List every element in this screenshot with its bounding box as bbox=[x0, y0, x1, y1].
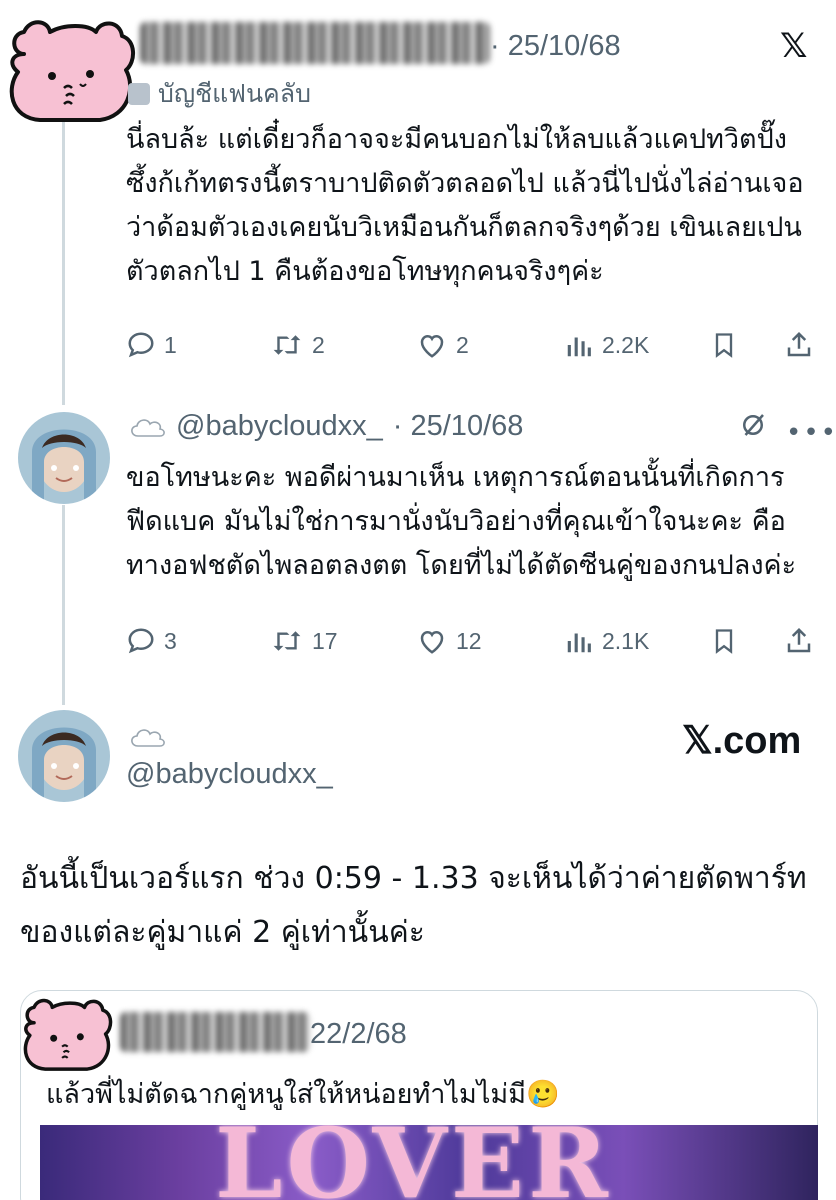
bookmark-icon bbox=[715, 629, 733, 654]
quoted-tweet-media[interactable]: LOVER bbox=[40, 1125, 818, 1200]
retweet-button[interactable]: 17 bbox=[270, 626, 338, 656]
bookmark-icon bbox=[715, 333, 733, 358]
cloud-icon bbox=[131, 729, 165, 747]
views-count: 2.1K bbox=[602, 627, 650, 654]
xcom-watermark: 𝕏.com bbox=[682, 720, 802, 762]
tweet-action-bar: 1 2 2 2.2K bbox=[126, 330, 816, 370]
redacted-username bbox=[120, 1012, 310, 1052]
like-button[interactable]: 12 bbox=[416, 626, 482, 656]
fanclub-badge: บัญชีแฟนคลับ bbox=[128, 74, 311, 114]
author-handle[interactable]: @babycloudxx_ bbox=[126, 758, 333, 791]
like-count: 2 bbox=[456, 331, 469, 358]
fanclub-icon bbox=[128, 83, 150, 105]
media-title-text: LOVER bbox=[215, 1125, 612, 1200]
x-logo-icon[interactable]: 𝕏 bbox=[780, 26, 807, 66]
more-options-icon[interactable]: ••• bbox=[786, 418, 836, 448]
reply-count: 1 bbox=[164, 331, 177, 358]
edited-icon[interactable] bbox=[738, 410, 768, 440]
views-icon bbox=[567, 633, 591, 653]
tweet-body: นี่ลบล้ะ แต่เดี๋ยวก็อาจจะมีคนบอกไม่ให้ลบ… bbox=[126, 124, 804, 287]
tweet-author-row: @babycloudxx_ · 25/10/68 bbox=[128, 410, 523, 443]
quoted-tweet-date: 22/2/68 bbox=[310, 1018, 407, 1050]
like-count: 12 bbox=[456, 627, 482, 654]
tweet-body: ขอโทษนะคะ พอดีผ่านมาเห็น เหตุการณ์ตอนนั้… bbox=[126, 462, 797, 581]
reply-button[interactable]: 1 bbox=[126, 330, 177, 360]
share-icon bbox=[787, 331, 811, 357]
share-icon bbox=[787, 627, 811, 653]
thread-connector-line bbox=[62, 505, 65, 705]
cloud-icon bbox=[131, 418, 165, 437]
views-button[interactable]: 2.2K bbox=[564, 330, 649, 360]
quoted-tweet-body: แล้วพี่ไม่ตัดฉากคู่หนูใส่ให้หน่อยทำไมไม่… bbox=[46, 1079, 560, 1110]
pink-mascot-avatar[interactable] bbox=[20, 994, 114, 1074]
like-button[interactable]: 2 bbox=[416, 330, 469, 360]
retweet-count: 17 bbox=[312, 627, 338, 654]
pink-mascot-avatar[interactable] bbox=[4, 14, 138, 126]
tweet-date: · 25/10/68 bbox=[490, 30, 621, 62]
reply-icon bbox=[128, 628, 154, 654]
retweet-button[interactable]: 2 bbox=[270, 330, 325, 360]
retweet-icon bbox=[273, 335, 301, 355]
retweet-icon bbox=[273, 631, 301, 651]
share-button[interactable] bbox=[784, 330, 814, 360]
user-avatar[interactable] bbox=[18, 412, 110, 504]
heart-icon bbox=[420, 630, 444, 654]
tweet-action-bar: 3 17 12 2.1K bbox=[126, 626, 816, 666]
reply-count: 3 bbox=[164, 627, 177, 654]
redacted-username bbox=[140, 22, 490, 64]
fanclub-label: บัญชีแฟนคลับ bbox=[158, 79, 311, 108]
user-avatar[interactable] bbox=[18, 710, 110, 802]
tweet-date: · 25/10/68 bbox=[392, 410, 524, 442]
heart-icon bbox=[420, 334, 444, 358]
author-handle[interactable]: @babycloudxx_ bbox=[176, 410, 383, 443]
tweet-body: อันนี้เป็นเวอร์แรก ช่วง 0:59 - 1.33 จะเห… bbox=[20, 861, 807, 950]
share-button[interactable] bbox=[784, 626, 814, 656]
reply-icon bbox=[128, 332, 154, 358]
views-icon bbox=[567, 337, 591, 357]
bookmark-button[interactable] bbox=[710, 330, 738, 360]
thread-connector-line bbox=[62, 120, 65, 405]
reply-button[interactable]: 3 bbox=[126, 626, 177, 656]
bookmark-button[interactable] bbox=[710, 626, 738, 656]
views-count: 2.2K bbox=[602, 331, 650, 358]
retweet-count: 2 bbox=[312, 331, 325, 358]
views-button[interactable]: 2.1K bbox=[564, 626, 649, 656]
